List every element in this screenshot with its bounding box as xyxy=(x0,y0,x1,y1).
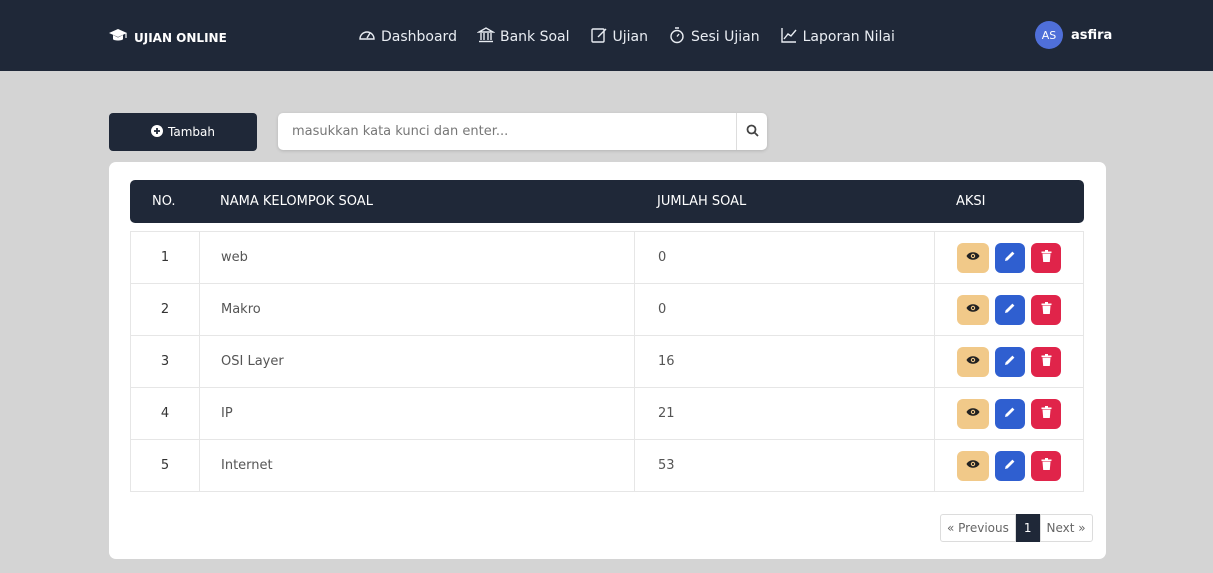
content-card: NO. NAMA KELOMPOK SOAL JUMLAH SOAL AKSI … xyxy=(109,162,1106,559)
eye-icon xyxy=(966,354,980,369)
table-row: 1 web 0 xyxy=(130,231,1084,284)
row-name: Makro xyxy=(200,284,635,335)
row-actions xyxy=(936,336,1085,387)
eye-icon xyxy=(966,458,980,473)
delete-button[interactable] xyxy=(1031,450,1061,481)
trash-icon xyxy=(1041,405,1052,422)
brand-title: UJIAN ONLINE xyxy=(134,30,227,45)
table-row: 3 OSI Layer 16 xyxy=(130,336,1084,388)
trash-icon xyxy=(1041,301,1052,318)
row-name: OSI Layer xyxy=(200,336,635,387)
view-button[interactable] xyxy=(957,346,989,377)
row-actions xyxy=(936,388,1085,439)
row-number: 3 xyxy=(131,336,200,387)
pencil-icon xyxy=(1004,406,1016,422)
nav-bank-soal-label: Bank Soal xyxy=(499,29,570,45)
speedometer-icon xyxy=(358,26,376,48)
stopwatch-icon xyxy=(668,26,686,48)
row-count: 53 xyxy=(636,440,935,491)
table-header: NO. NAMA KELOMPOK SOAL JUMLAH SOAL AKSI xyxy=(130,180,1084,223)
search-box xyxy=(278,113,767,150)
trash-icon xyxy=(1041,249,1052,266)
table-body: 1 web 0 2 Makro 0 3 OSI Layer 16 4 IP 21… xyxy=(130,231,1084,492)
eye-icon xyxy=(966,250,980,265)
row-actions xyxy=(936,284,1085,335)
edit-button[interactable] xyxy=(995,294,1025,325)
row-name: web xyxy=(200,232,635,283)
edit-button[interactable] xyxy=(995,242,1025,273)
delete-button[interactable] xyxy=(1031,294,1061,325)
row-count: 0 xyxy=(636,232,935,283)
row-number: 4 xyxy=(131,388,200,439)
add-button[interactable]: Tambah xyxy=(109,113,257,151)
nav-ujian-label: Ujian xyxy=(612,29,648,45)
eye-icon xyxy=(966,302,980,317)
pencil-icon xyxy=(1004,458,1016,474)
trash-icon xyxy=(1041,353,1052,370)
chart-line-icon xyxy=(780,26,798,48)
pagination: « Previous 1 Next » xyxy=(940,514,1093,542)
pencil-icon xyxy=(1004,250,1016,266)
column-header-count: JUMLAH SOAL xyxy=(657,194,747,209)
main-nav: Dashboard Bank Soal Ujian Sesi Ujian Lap… xyxy=(358,26,915,48)
edit-button[interactable] xyxy=(995,346,1025,377)
row-actions xyxy=(936,232,1085,283)
trash-icon xyxy=(1041,457,1052,474)
delete-button[interactable] xyxy=(1031,242,1061,273)
search-input[interactable] xyxy=(278,114,736,149)
nav-dashboard-label: Dashboard xyxy=(381,29,457,45)
pencil-icon xyxy=(1004,354,1016,370)
row-name: IP xyxy=(200,388,635,439)
nav-laporan-nilai-label: Laporan Nilai xyxy=(802,29,895,45)
delete-button[interactable] xyxy=(1031,346,1061,377)
row-number: 5 xyxy=(131,440,200,491)
top-navbar: UJIAN ONLINE Dashboard Bank Soal Ujian S… xyxy=(0,0,1213,71)
view-button[interactable] xyxy=(957,450,989,481)
search-icon xyxy=(746,122,759,141)
table-row: 5 Internet 53 xyxy=(130,440,1084,492)
edit-button[interactable] xyxy=(995,398,1025,429)
pagination-previous[interactable]: « Previous xyxy=(940,514,1016,542)
column-header-name: NAMA KELOMPOK SOAL xyxy=(220,194,373,209)
plus-circle-icon xyxy=(151,124,164,140)
row-number: 2 xyxy=(131,284,200,335)
edit-icon xyxy=(590,26,608,48)
view-button[interactable] xyxy=(957,398,989,429)
column-header-action: AKSI xyxy=(956,194,986,209)
table-row: 4 IP 21 xyxy=(130,388,1084,440)
nav-dashboard[interactable]: Dashboard xyxy=(358,26,457,48)
nav-sesi-ujian[interactable]: Sesi Ujian xyxy=(668,26,760,48)
add-button-label: Tambah xyxy=(168,125,215,139)
row-count: 16 xyxy=(636,336,935,387)
row-actions xyxy=(936,440,1085,491)
edit-button[interactable] xyxy=(995,450,1025,481)
nav-ujian[interactable]: Ujian xyxy=(590,26,648,48)
brand[interactable]: UJIAN ONLINE xyxy=(108,28,227,47)
eye-icon xyxy=(966,406,980,421)
column-header-no: NO. xyxy=(152,194,176,209)
row-count: 21 xyxy=(636,388,935,439)
delete-button[interactable] xyxy=(1031,398,1061,429)
nav-sesi-ujian-label: Sesi Ujian xyxy=(691,29,760,45)
nav-bank-soal[interactable]: Bank Soal xyxy=(476,26,570,48)
pagination-current-page[interactable]: 1 xyxy=(1015,514,1040,542)
pagination-next[interactable]: Next » xyxy=(1039,514,1093,542)
view-button[interactable] xyxy=(957,294,989,325)
row-count: 0 xyxy=(636,284,935,335)
row-name: Internet xyxy=(200,440,635,491)
graduation-cap-icon xyxy=(108,28,128,47)
search-button[interactable] xyxy=(736,113,767,150)
avatar[interactable]: AS xyxy=(1035,21,1063,49)
row-number: 1 xyxy=(131,232,200,283)
bank-icon xyxy=(476,26,496,48)
view-button[interactable] xyxy=(957,242,989,273)
pencil-icon xyxy=(1004,302,1016,318)
user-name[interactable]: asfira xyxy=(1071,28,1112,43)
user-menu[interactable]: AS asfira xyxy=(1035,21,1112,49)
table-row: 2 Makro 0 xyxy=(130,284,1084,336)
nav-laporan-nilai[interactable]: Laporan Nilai xyxy=(780,26,895,48)
